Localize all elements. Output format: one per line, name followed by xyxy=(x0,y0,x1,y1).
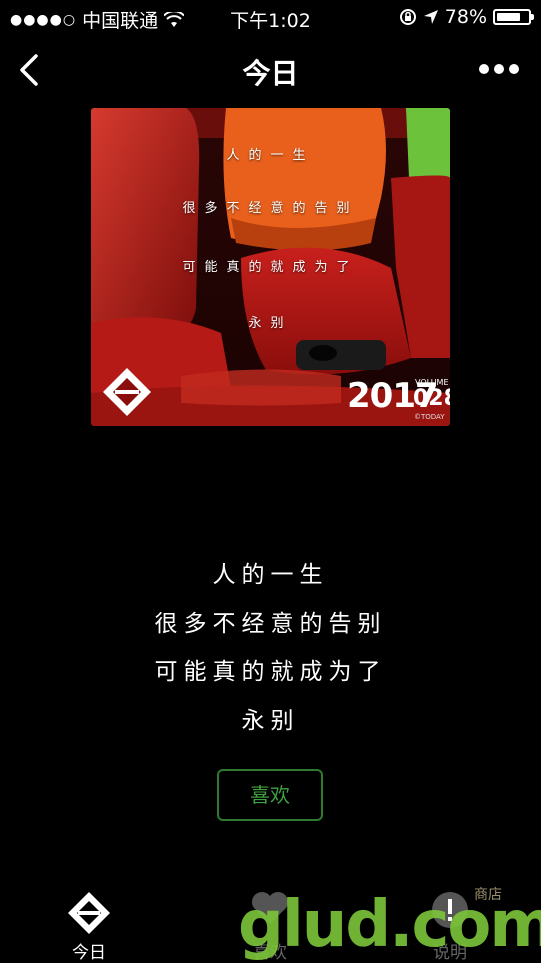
cover-line: 永别 xyxy=(248,316,293,331)
more-dot xyxy=(479,64,489,74)
cover-volume-number: 028 xyxy=(413,386,450,411)
location-arrow-icon xyxy=(423,10,438,24)
more-dot xyxy=(509,64,519,74)
more-dot xyxy=(494,64,504,74)
nav-bar: 今日 xyxy=(0,36,541,106)
cover-line: 人的一生 xyxy=(226,148,315,163)
battery-fill xyxy=(497,13,520,21)
like-button[interactable]: 喜欢 xyxy=(217,769,323,821)
today-logo-icon xyxy=(68,892,110,934)
quote-line: 很多不经意的告别 xyxy=(154,611,387,637)
status-right: 78% xyxy=(399,6,534,28)
battery-icon xyxy=(493,9,534,25)
quote-line: 永别 xyxy=(241,708,300,734)
watermark-sub: 商店 xyxy=(474,888,502,903)
cover-brand: ©TODAY xyxy=(414,413,445,421)
battery-percent: 78% xyxy=(444,6,487,28)
cover-line: 可能真的就成为了 xyxy=(182,260,359,275)
more-horizontal-icon[interactable] xyxy=(479,64,519,78)
status-bar: ●●●●○ 中国联通 下午1:02 78% xyxy=(0,0,541,36)
tab-today[interactable]: 今日 xyxy=(29,880,149,963)
cover-line: 很多不经意的告别 xyxy=(182,201,359,216)
quote-line: 可能真的就成为了 xyxy=(154,659,387,685)
quote-line: 人的一生 xyxy=(212,562,329,588)
today-logo-icon xyxy=(103,368,151,416)
page-title: 今日 xyxy=(242,57,299,90)
cover-image[interactable]: 人的一生 很多不经意的告别 可能真的就成为了 永别 2017 VOLUME 02… xyxy=(91,108,450,426)
tab-label: 今日 xyxy=(72,943,106,963)
orientation-lock-icon xyxy=(399,9,416,25)
